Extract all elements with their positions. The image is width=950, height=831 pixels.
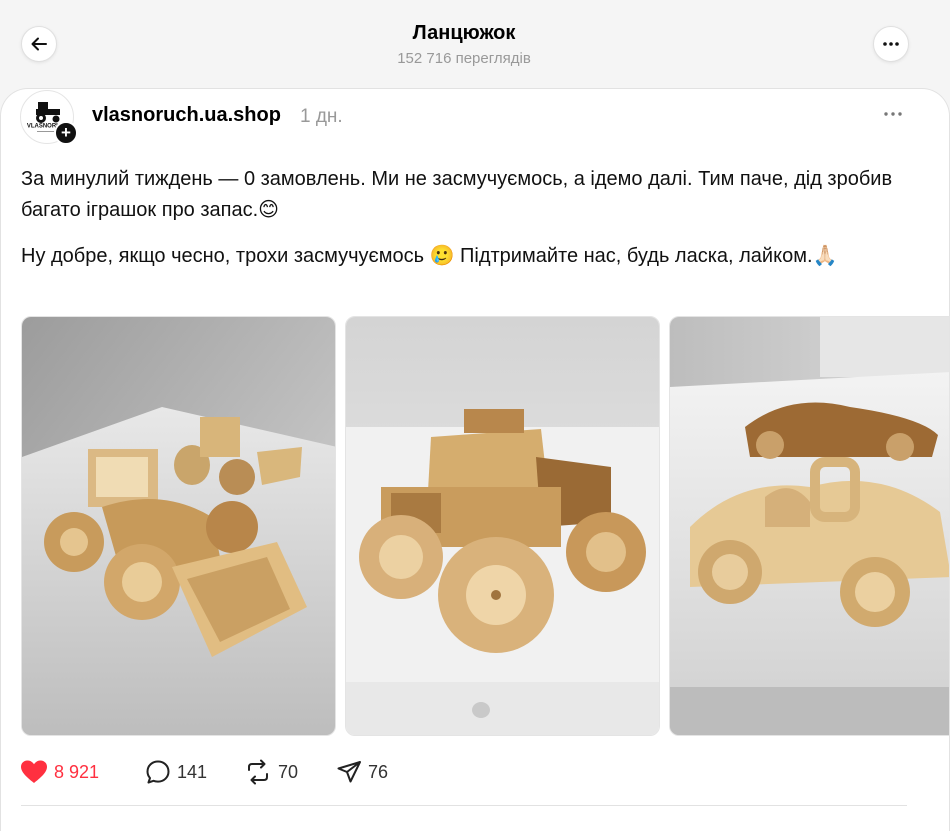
share-button[interactable]: 76 <box>336 755 388 789</box>
post-actions: 8 921 141 70 76 <box>20 755 920 789</box>
share-count: 76 <box>368 761 389 782</box>
view-count: 152 716 переглядів <box>397 50 531 67</box>
repost-icon <box>248 759 268 785</box>
post-text-paragraph-1: За минулий тиждень — 0 замовлень. Ми не … <box>21 168 893 221</box>
top-bar: Ланцюжок 152 716 переглядів <box>0 0 950 90</box>
repost-count: 70 <box>278 761 299 782</box>
send-icon <box>337 761 361 783</box>
repost-button[interactable]: 70 <box>244 755 298 789</box>
page-title: Ланцюжок <box>412 22 516 44</box>
follow-plus-button[interactable]: + <box>54 121 78 145</box>
post-more-icon[interactable] <box>882 103 904 125</box>
post-text-paragraph-2: Ну добре, якщо чесно, трохи засмучуємось… <box>21 245 838 267</box>
more-horizontal-icon <box>883 42 899 46</box>
wooden-tractor-photo[interactable] <box>21 316 336 736</box>
comment-button[interactable]: 141 <box>145 755 207 789</box>
comment-count: 141 <box>177 761 208 782</box>
post-divider <box>21 805 907 806</box>
more-options-button[interactable] <box>873 26 909 62</box>
comment-icon <box>146 760 170 784</box>
heart-filled-icon <box>21 760 47 783</box>
username[interactable]: vlasnoruch.ua.shop <box>92 104 281 127</box>
wooden-truck-photo[interactable] <box>345 316 660 736</box>
like-button[interactable]: 8 921 <box>20 755 99 789</box>
like-count: 8 921 <box>54 761 100 782</box>
post-time: 1 дн. <box>300 106 343 127</box>
wooden-car-photo[interactable] <box>669 316 950 736</box>
